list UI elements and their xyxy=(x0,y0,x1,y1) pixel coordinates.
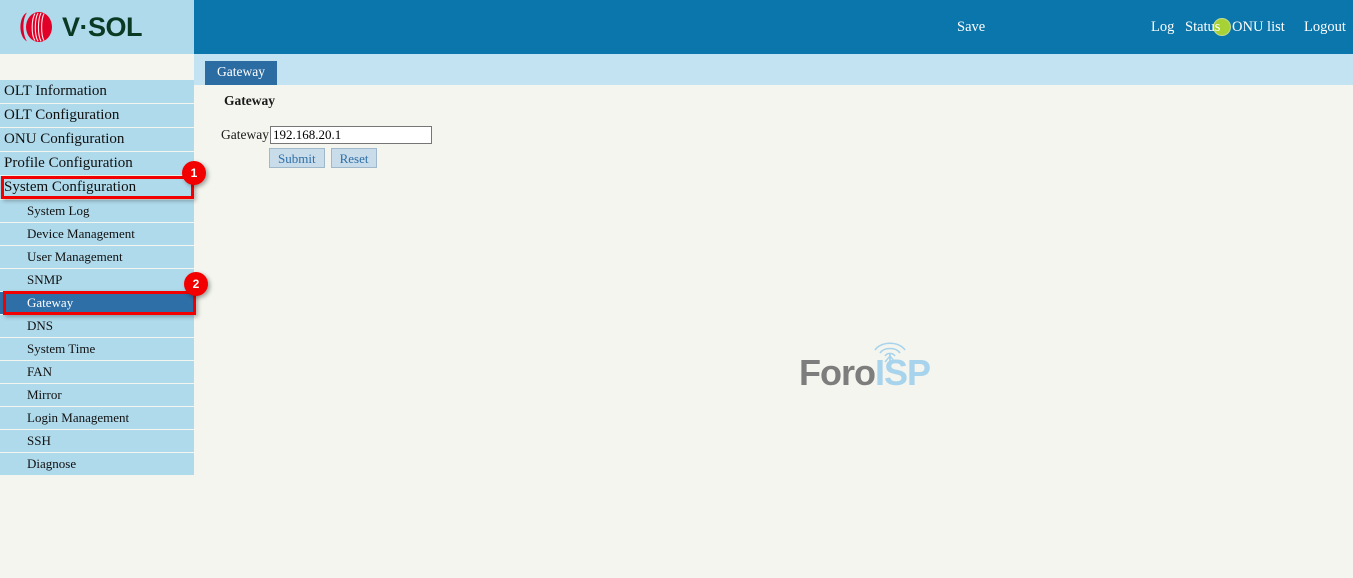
sidebar-item-olt-information[interactable]: OLT Information xyxy=(0,80,194,103)
watermark-isp: ISP xyxy=(874,352,931,393)
sidebar-item-system-time[interactable]: System Time xyxy=(0,338,194,360)
reset-button[interactable]: Reset xyxy=(330,148,378,168)
sidebar-item-mirror[interactable]: Mirror xyxy=(0,384,194,406)
foroisp-watermark: ForoISP xyxy=(799,342,944,397)
status-link[interactable]: Status xyxy=(1185,19,1220,36)
sidebar-item-diagnose[interactable]: Diagnose xyxy=(0,453,194,475)
log-link[interactable]: Log xyxy=(1151,19,1174,36)
gateway-form-row: Gateway xyxy=(221,126,432,144)
sidebar-item-device-management[interactable]: Device Management xyxy=(0,223,194,245)
sidebar-item-user-management[interactable]: User Management xyxy=(0,246,194,268)
sidebar-item-snmp[interactable]: SNMP xyxy=(0,269,194,291)
sidebar-item-fan[interactable]: FAN xyxy=(0,361,194,383)
sidebar-item-login-management[interactable]: Login Management xyxy=(0,407,194,429)
sidebar-item-system-configuration[interactable]: System Configuration xyxy=(0,176,194,199)
vsol-sphere-logo-icon xyxy=(16,10,56,44)
form-button-row: Submit Reset xyxy=(269,148,378,168)
sidebar-item-ssh[interactable]: SSH xyxy=(0,430,194,452)
watermark-foro: Foro xyxy=(799,352,876,393)
sidebar-item-profile-configuration[interactable]: Profile Configuration xyxy=(0,152,194,175)
olt-web-management-page: V·SOL Save Log Status ONU list Logout Ga… xyxy=(0,0,1353,578)
watermark-text: ForoISP xyxy=(799,352,931,393)
sidebar-navigation: OLT Information OLT Configuration ONU Co… xyxy=(0,54,194,578)
brand-name: V·SOL xyxy=(62,11,143,42)
sidebar-item-gateway[interactable]: Gateway xyxy=(0,292,194,314)
save-button[interactable]: Save xyxy=(957,19,985,36)
gateway-input[interactable] xyxy=(269,126,432,144)
onu-list-link[interactable]: ONU list xyxy=(1232,19,1285,36)
tab-gateway[interactable]: Gateway xyxy=(205,61,277,85)
sidebar-item-dns[interactable]: DNS xyxy=(0,315,194,337)
gateway-field-label: Gateway xyxy=(221,127,269,142)
sidebar-item-system-log[interactable]: System Log xyxy=(0,200,194,222)
sidebar-item-onu-configuration[interactable]: ONU Configuration xyxy=(0,128,194,151)
logout-link[interactable]: Logout xyxy=(1304,19,1346,36)
brand-logo-panel: V·SOL xyxy=(0,0,194,54)
signal-tower-icon xyxy=(869,340,911,370)
sidebar-item-olt-configuration[interactable]: OLT Configuration xyxy=(0,104,194,127)
page-title: Gateway xyxy=(224,93,275,108)
tab-strip: Gateway xyxy=(194,54,1353,85)
top-header-bar: Save Log Status ONU list Logout xyxy=(194,0,1353,54)
submit-button[interactable]: Submit xyxy=(269,148,325,168)
